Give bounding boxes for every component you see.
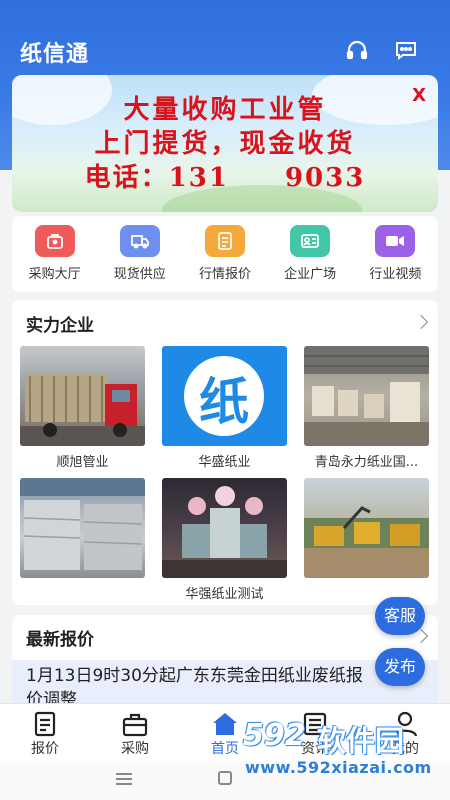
quick-nav-market-quotes[interactable]: 行情报价	[187, 225, 263, 292]
bag-icon	[121, 710, 149, 738]
promo-banner[interactable]: 大量收购工业管 上门提货，现金收货 电话：131 9033 X	[12, 75, 438, 212]
enterprise-name: 顺旭管业	[56, 455, 109, 470]
enterprise-name: 青岛永力纸业国...	[314, 455, 419, 470]
bales-photo	[20, 478, 145, 570]
menu-icon[interactable]	[116, 773, 132, 785]
app-title: 纸信通	[20, 42, 90, 67]
chevron-right-icon[interactable]	[413, 314, 429, 330]
banner-phone-prefix: 电话：131	[84, 163, 229, 193]
banner-phone-suffix: 9033	[284, 163, 366, 193]
enterprise-section: 实力企业 顺旭管业 纸 华盛纸业 青岛永力纸业国... 华强纸业测试	[12, 300, 438, 605]
logo-char: 纸	[199, 372, 249, 431]
enterprise-photo	[162, 478, 287, 578]
tab-label: 报价	[31, 741, 59, 757]
warehouse-photo	[304, 346, 429, 446]
truck-icon	[119, 225, 160, 257]
home-square-icon[interactable]	[218, 771, 232, 785]
enterprise-card[interactable]: 青岛永力纸业国...	[304, 346, 429, 470]
watermark-url: www.592xiazai.com	[245, 758, 432, 777]
document-icon	[204, 225, 245, 257]
enterprise-name: 华盛纸业	[198, 455, 251, 470]
banner-line-2: 上门提货，现金收货	[94, 129, 356, 159]
enterprise-photo	[20, 346, 145, 446]
section-title: 实力企业	[26, 316, 94, 336]
headset-icon[interactable]	[345, 38, 369, 62]
message-icon[interactable]	[394, 38, 418, 62]
watermark-text: 软件园	[317, 724, 405, 758]
quick-nav-label: 行情报价	[198, 267, 251, 282]
enterprise-card[interactable]: 华强纸业测试	[162, 478, 287, 602]
quick-nav-label: 企业广场	[284, 267, 337, 282]
quick-nav-label: 采购大厅	[28, 267, 81, 282]
enterprise-name: 华强纸业测试	[185, 587, 264, 602]
banner-line-3: 电话：131 9033	[12, 157, 438, 194]
enterprise-card[interactable]	[304, 478, 429, 583]
id-card-icon	[290, 225, 331, 257]
quick-nav-label: 现货供应	[113, 267, 166, 282]
enterprise-card[interactable]	[20, 478, 145, 583]
quick-nav-label: 行业视频	[369, 267, 422, 282]
video-icon	[375, 225, 416, 257]
enterprise-logo: 纸	[162, 346, 287, 446]
banner-line-1: 大量收购工业管	[123, 95, 327, 125]
quick-nav-spot-supply[interactable]: 现货供应	[102, 225, 178, 292]
enterprise-photo	[304, 346, 429, 446]
quick-nav: 采购大厅 现货供应 行情报价 企业广场 行业视频	[12, 216, 438, 292]
enterprise-photo	[20, 478, 145, 578]
bag-icon	[34, 225, 75, 257]
quick-nav-enterprise-plaza[interactable]: 企业广场	[272, 225, 348, 292]
tab-purchase[interactable]: 采购	[90, 704, 180, 761]
excavator-photo	[304, 506, 429, 578]
tab-quotes[interactable]: 报价	[0, 704, 90, 761]
customer-service-button[interactable]: 客服	[375, 597, 425, 635]
enterprise-card[interactable]: 顺旭管业	[20, 346, 145, 470]
site-watermark: 592 软件园 www.592xiazai.com	[235, 716, 447, 780]
enterprise-card[interactable]: 纸 华盛纸业	[162, 346, 287, 470]
quick-nav-industry-video[interactable]: 行业视频	[357, 225, 433, 292]
enterprise-photo	[304, 478, 429, 578]
tab-label: 采购	[121, 741, 149, 757]
quick-nav-purchase-hall[interactable]: 采购大厅	[17, 225, 93, 292]
watermark-number: 592	[243, 718, 306, 753]
quote-icon	[31, 710, 59, 738]
truck-photo	[20, 374, 145, 446]
publish-button[interactable]: 发布	[375, 648, 425, 686]
gate-photo	[162, 486, 287, 578]
section-title: 最新报价	[26, 630, 94, 650]
banner-close-button[interactable]: X	[412, 85, 426, 106]
